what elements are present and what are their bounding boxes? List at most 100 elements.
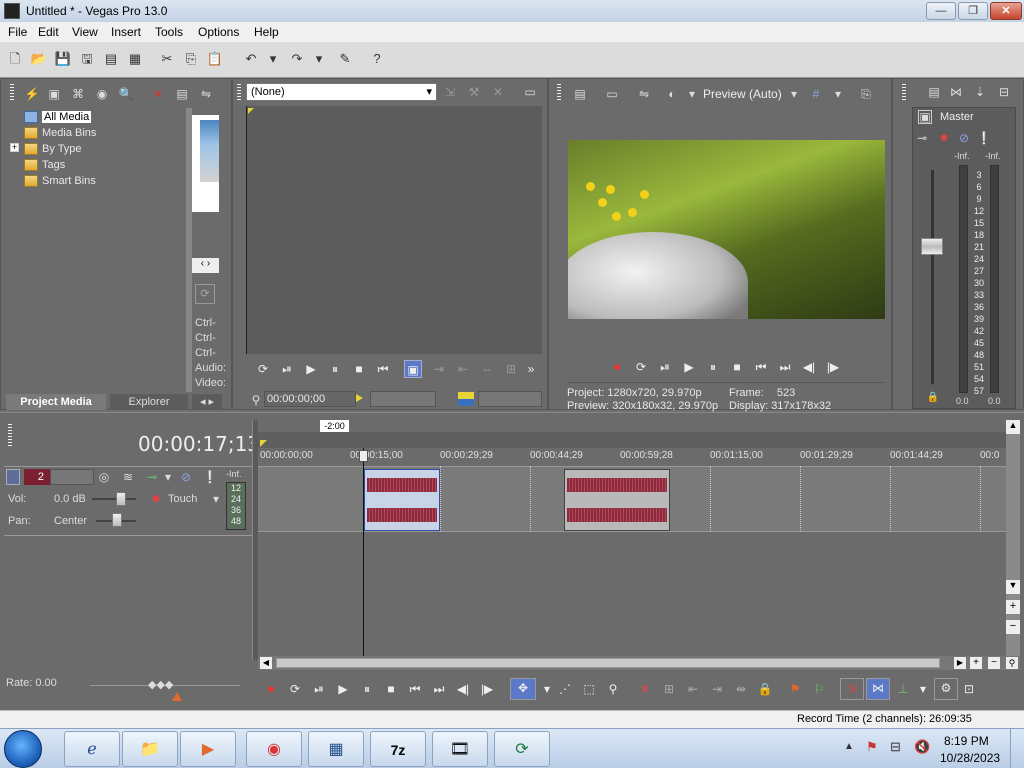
vol-slider-handle[interactable]	[116, 492, 126, 506]
import-media-icon[interactable]: ⚡	[24, 86, 40, 102]
selection-tool-icon[interactable]: ⬚	[580, 680, 598, 698]
save-icon[interactable]: 💾	[54, 50, 72, 68]
playhead-handle[interactable]	[359, 450, 368, 462]
vegas-app-icon[interactable]	[4, 3, 20, 19]
mute-icon[interactable]: ⊘	[956, 130, 972, 146]
properties-icon[interactable]: ▦	[126, 50, 144, 68]
delete-icon[interactable]: ✕	[636, 680, 654, 698]
audio-track-lane[interactable]	[258, 466, 1006, 532]
mixer-properties-icon[interactable]: ▤	[926, 84, 942, 100]
copy-snapshot-icon[interactable]: ⎘	[858, 86, 874, 102]
play-from-start-icon[interactable]: ⏯	[310, 680, 328, 698]
timeline-grip[interactable]	[8, 424, 12, 446]
selection-icon[interactable]	[458, 392, 474, 406]
track-list-splitter[interactable]	[252, 420, 258, 660]
external-monitor-icon[interactable]: ▭	[604, 86, 620, 102]
chevron-down-icon[interactable]: ▾	[160, 469, 176, 485]
track-minimize-icon[interactable]	[6, 469, 20, 485]
start-button[interactable]	[4, 730, 42, 768]
scroll-down-icon[interactable]: ▼	[1006, 580, 1020, 594]
split-icon[interactable]: ⇹	[732, 680, 750, 698]
scroll-left-icon[interactable]: ◀	[260, 657, 272, 669]
vegas-pro-taskbar-icon[interactable]: 🎞	[432, 731, 488, 767]
zoom-tool-icon[interactable]: ⚲	[1006, 657, 1018, 669]
menu-insert[interactable]: Insert	[111, 25, 141, 39]
menu-options[interactable]: Options	[198, 25, 239, 39]
fx-icon[interactable]: ⇋	[636, 86, 652, 102]
show-desktop-button[interactable]	[1010, 729, 1024, 768]
maximize-button[interactable]: ❐	[958, 2, 988, 20]
record-icon[interactable]: ⏺	[262, 680, 280, 698]
dim-output-icon[interactable]: ⇣	[972, 84, 988, 100]
close-button[interactable]: ✕	[990, 2, 1022, 20]
trimmer-view-icon[interactable]: ▣	[404, 360, 422, 378]
media-player-icon[interactable]: ▶	[180, 731, 236, 767]
clock-date[interactable]: 10/28/2023	[940, 751, 1000, 765]
tree-node-by-type[interactable]: + By Type	[10, 143, 82, 157]
undo-dropdown-icon[interactable]: ▾	[264, 50, 282, 68]
play-from-start-icon[interactable]: ⏯	[656, 358, 674, 376]
bus-icon[interactable]: ▣	[918, 110, 932, 124]
stop-icon[interactable]: ■	[382, 680, 400, 698]
pause-icon[interactable]: ⏸	[358, 680, 376, 698]
chevron-down-icon[interactable]: ▾	[538, 680, 556, 698]
play-from-start-icon[interactable]: ⏯	[278, 360, 296, 378]
track-fx-chain-icon[interactable]: ✹	[148, 491, 164, 507]
whats-this-help-icon[interactable]: ?	[368, 50, 386, 68]
media-properties-icon[interactable]: ▤	[174, 86, 190, 102]
next-frame-icon[interactable]: |▶	[824, 358, 842, 376]
get-media-icon[interactable]: ⌘	[70, 86, 86, 102]
go-to-end-icon[interactable]: ⏭	[430, 680, 448, 698]
preview-properties-icon[interactable]: ▤	[572, 86, 588, 102]
trimmer-monitor-icon[interactable]: ▭	[522, 84, 538, 100]
trimmer-tool-icon[interactable]: ⚒	[466, 84, 482, 100]
add-to-timeline-icon[interactable]: ⇤	[454, 360, 472, 378]
zoom-out-time-icon[interactable]: −	[988, 657, 1000, 669]
pause-icon[interactable]: ⏸	[704, 358, 722, 376]
go-to-start-icon[interactable]: ⏮	[752, 358, 770, 376]
trimmer-out-field[interactable]	[478, 391, 542, 407]
add-to-timeline-icon[interactable]: ⇥	[430, 360, 448, 378]
timeline-vertical-scrollbar[interactable]: ▲ ▼ + −	[1006, 420, 1020, 656]
trimmer-grip[interactable]	[237, 84, 241, 100]
track-fx-icon[interactable]: ≋	[120, 469, 136, 485]
7zip-icon[interactable]: 7z	[370, 731, 426, 767]
trim-start-icon[interactable]: ⇤	[684, 680, 702, 698]
minimize-button[interactable]: —	[926, 2, 956, 20]
playhead-cursor[interactable]	[363, 448, 364, 656]
trimmer-media-dropdown[interactable]: (None) ▾	[246, 83, 437, 101]
fx-icon[interactable]: ✹	[936, 130, 952, 146]
record-icon[interactable]: ⏺	[608, 358, 626, 376]
trimmer-in-field[interactable]	[370, 391, 436, 407]
automation-mode[interactable]: Touch	[168, 493, 197, 505]
more-icon[interactable]: »	[522, 360, 540, 378]
chevron-down-icon[interactable]: ▾	[786, 86, 802, 102]
trim-icon[interactable]: ⊞	[660, 680, 678, 698]
thumbnail-tool-icon[interactable]: ⟳	[195, 284, 215, 304]
overlays-icon[interactable]: #	[808, 86, 824, 102]
enable-snapping-icon[interactable]: ✎	[336, 50, 354, 68]
rate-slider-handle[interactable]: ◆◆◆	[148, 678, 176, 692]
fit-icon[interactable]: ⊞	[502, 360, 520, 378]
zoom-in-icon[interactable]: +	[1006, 600, 1020, 614]
menu-tools[interactable]: Tools	[155, 25, 183, 39]
timeline-cursor-time[interactable]: 00:00:17;13	[138, 432, 260, 456]
action-center-icon[interactable]: ⚑	[866, 739, 878, 755]
lock-icon[interactable]: 🔒	[925, 390, 941, 406]
media-fx-icon[interactable]: ⇋	[198, 86, 214, 102]
play-icon[interactable]: ▶	[302, 360, 320, 378]
thumbnail-scroll[interactable]: ‹ ›	[192, 258, 219, 273]
snapping-icon[interactable]: ⊥	[894, 680, 912, 698]
tree-node-tags[interactable]: Tags	[24, 159, 65, 173]
project-media-grip[interactable]	[10, 84, 14, 100]
undo-icon[interactable]: ↶	[242, 50, 260, 68]
envelope-tool-icon[interactable]: ⋰	[556, 680, 574, 698]
file-explorer-icon[interactable]: 📁	[122, 731, 178, 767]
show-hidden-icons[interactable]: ▲	[844, 741, 854, 752]
tree-node-media-bins[interactable]: Media Bins	[24, 127, 96, 141]
capture-video-icon[interactable]: ▣	[46, 86, 62, 102]
mixer-menu-icon[interactable]: ⊟	[996, 84, 1012, 100]
solo-icon[interactable]: ❕	[976, 130, 992, 146]
scroll-up-icon[interactable]: ▲	[1006, 420, 1020, 434]
normal-edit-tool-icon[interactable]: ✥	[510, 678, 536, 700]
